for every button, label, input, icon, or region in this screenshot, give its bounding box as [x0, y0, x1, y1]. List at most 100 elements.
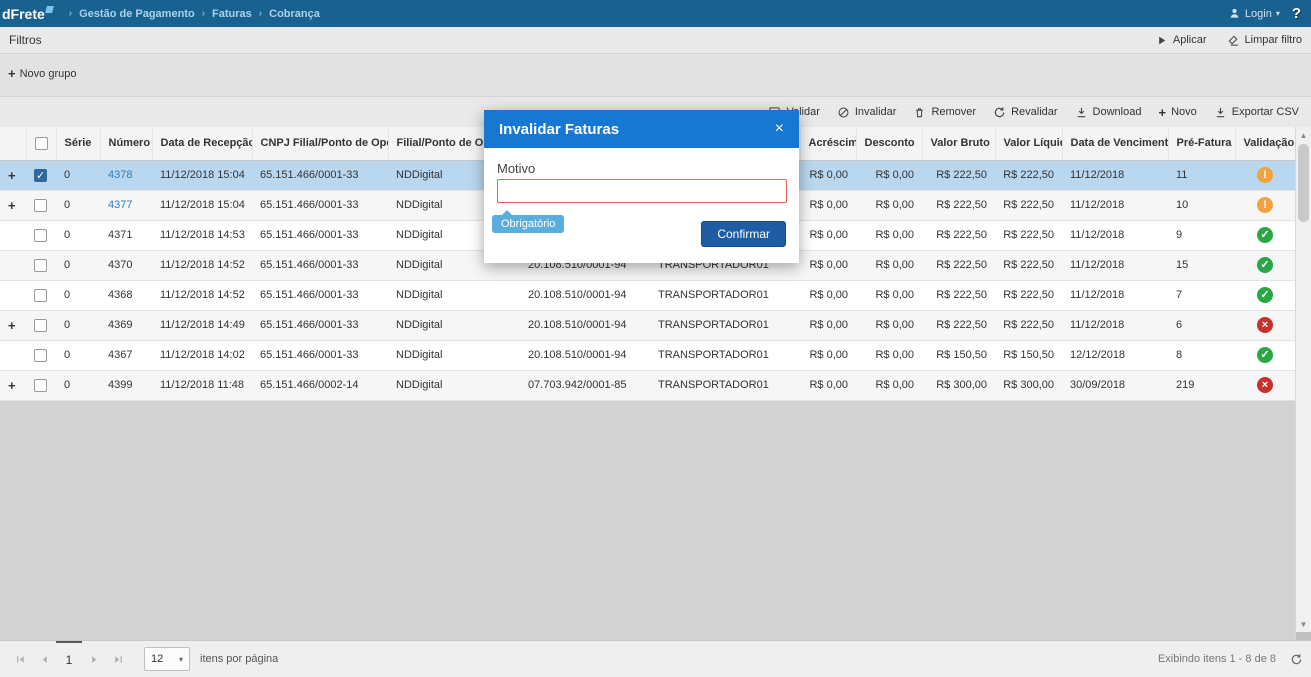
row-checkbox[interactable] — [34, 288, 47, 302]
first-page-button[interactable] — [8, 641, 32, 677]
cell-numero[interactable]: 4378 — [100, 160, 152, 191]
row-checkbox[interactable] — [34, 318, 47, 332]
select-all-checkbox[interactable] — [34, 136, 48, 150]
remove-button[interactable]: Remover — [913, 106, 976, 119]
checkbox-cell[interactable] — [26, 190, 56, 221]
header-data-recepcao[interactable]: Data de Recepção↓ — [152, 127, 253, 161]
cell-cnpj_filial: 65.151.466/0002-14 — [252, 370, 388, 401]
cell-filial: NDDigital — [388, 310, 520, 341]
checkbox-cell[interactable] — [26, 250, 56, 281]
confirm-button[interactable]: Confirmar — [701, 221, 786, 247]
clear-filter-button[interactable]: Limpar filtro — [1227, 34, 1302, 47]
filters-bar: Filtros Aplicar Limpar filtro — [0, 27, 1311, 54]
expand-cell — [0, 220, 26, 251]
page-size-dropdown[interactable]: 12 ▾ — [144, 647, 190, 671]
row-checkbox[interactable] — [34, 258, 47, 272]
header-acrescimo[interactable]: Acréscimo — [800, 127, 857, 161]
last-page-icon — [114, 655, 122, 663]
header-pre-fatura[interactable]: Pré-Fatura — [1168, 127, 1236, 161]
checkbox-cell[interactable] — [26, 220, 56, 251]
checkbox-cell[interactable] — [26, 370, 56, 401]
cell-valor_liquido: R$ 222,50 — [995, 220, 1062, 251]
header-valor-bruto[interactable]: Valor Bruto — [922, 127, 996, 161]
expand-cell[interactable]: + — [0, 310, 26, 341]
reason-label: Motivo — [497, 161, 536, 176]
cell-cnpj_filial: 65.151.466/0001-33 — [252, 340, 388, 371]
revalidate-button[interactable]: Revalidar — [993, 106, 1058, 119]
scroll-up-icon[interactable]: ▲ — [1296, 127, 1311, 143]
expand-row-icon[interactable]: + — [8, 378, 16, 393]
apply-filter-button[interactable]: Aplicar — [1155, 34, 1207, 47]
vertical-scrollbar[interactable]: ▲ ▼ — [1295, 127, 1311, 640]
row-checkbox[interactable] — [34, 168, 47, 182]
cell-vencimento: 11/12/2018 — [1062, 250, 1168, 281]
login-menu[interactable]: Login ▾ — [1228, 7, 1280, 20]
breadcrumb-gestao-de-pagamento[interactable]: Gestão de Pagamento — [79, 8, 195, 20]
header-vencimento[interactable]: Data de Vencimento — [1062, 127, 1169, 161]
cell-valor_liquido: R$ 222,50 — [995, 160, 1062, 191]
group-bar: + Novo grupo — [0, 54, 1311, 97]
row-checkbox[interactable] — [34, 198, 47, 212]
table-row[interactable]: 0 4367 11/12/2018 14:02 65.151.466/0001-33 N… — [0, 340, 1295, 371]
validation-cell: ✓ — [1235, 280, 1295, 311]
close-icon[interactable]: × — [775, 121, 784, 137]
cell-desconto: R$ 0,00 — [856, 370, 922, 401]
download-button[interactable]: Download — [1075, 106, 1141, 119]
cell-desconto: R$ 0,00 — [856, 190, 922, 221]
help-icon[interactable]: ? — [1292, 5, 1301, 22]
cell-numero: 4368 — [100, 280, 152, 311]
cell-numero[interactable]: 4377 — [100, 190, 152, 221]
export-csv-button[interactable]: Exportar CSV — [1214, 106, 1299, 119]
current-page-button[interactable]: 1 — [56, 641, 82, 677]
row-checkbox[interactable] — [34, 228, 47, 242]
header-numero[interactable]: Número — [100, 127, 153, 161]
checkbox-cell[interactable] — [26, 340, 56, 371]
export-icon — [1216, 107, 1224, 117]
prev-page-button[interactable] — [32, 641, 56, 677]
reason-input[interactable] — [497, 179, 787, 203]
app-logo: dFrete — [0, 5, 54, 22]
breadcrumb-cobranca[interactable]: Cobrança — [269, 8, 320, 20]
expand-row-icon[interactable]: + — [8, 168, 16, 183]
expand-cell[interactable]: + — [0, 190, 26, 221]
last-page-button[interactable] — [106, 641, 130, 677]
header-valor-liquido[interactable]: Valor Líquido — [995, 127, 1063, 161]
next-page-button[interactable] — [82, 641, 106, 677]
cell-valor_bruto: R$ 222,50 — [922, 310, 995, 341]
expand-row-icon[interactable]: + — [8, 318, 16, 333]
cell-pre_fatura: 8 — [1168, 340, 1235, 371]
expand-row-icon[interactable]: + — [8, 198, 16, 213]
table-row[interactable]: 0 4368 11/12/2018 14:52 65.151.466/0001-33 N… — [0, 280, 1295, 311]
cell-valor_bruto: R$ 222,50 — [922, 220, 995, 251]
cell-recepcao: 11/12/2018 15:04 — [152, 160, 252, 191]
cell-vencimento: 11/12/2018 — [1062, 220, 1168, 251]
scroll-down-icon[interactable]: ▼ — [1296, 616, 1311, 632]
checkbox-cell[interactable] — [26, 280, 56, 311]
table-row[interactable]: +0 4399 11/12/2018 11:48 65.151.466/0002-14… — [0, 370, 1295, 401]
breadcrumb-faturas[interactable]: Faturas — [212, 8, 252, 20]
header-serie[interactable]: Série — [56, 127, 101, 161]
new-group-button[interactable]: + Novo grupo — [8, 67, 76, 80]
expand-cell[interactable]: + — [0, 160, 26, 191]
play-icon — [1159, 36, 1166, 44]
checkbox-cell[interactable] — [26, 310, 56, 341]
checkbox-cell[interactable] — [26, 160, 56, 191]
header-validacao[interactable]: Validação — [1235, 127, 1295, 161]
download-icon — [1077, 107, 1085, 117]
row-checkbox[interactable] — [34, 348, 47, 362]
breadcrumb-separator-icon: › — [68, 8, 73, 19]
scrollbar-corner — [1296, 632, 1311, 640]
invalidate-button[interactable]: Invalidar — [837, 106, 896, 119]
cell-recepcao: 11/12/2018 14:52 — [152, 250, 252, 281]
validation-success-icon: ✓ — [1257, 287, 1273, 303]
scrollbar-thumb[interactable] — [1298, 144, 1309, 222]
cell-cnpj_filial: 65.151.466/0001-33 — [252, 310, 388, 341]
refresh-icon — [994, 106, 1005, 117]
row-checkbox[interactable] — [34, 378, 47, 392]
header-cnpj-filial[interactable]: CNPJ Filial/Ponto de Operação — [252, 127, 389, 161]
table-row[interactable]: +0 4369 11/12/2018 14:49 65.151.466/0001-33… — [0, 310, 1295, 341]
new-button[interactable]: + Novo — [1158, 106, 1196, 119]
refresh-grid-button[interactable] — [1290, 653, 1303, 666]
expand-cell[interactable]: + — [0, 370, 26, 401]
header-desconto[interactable]: Desconto — [856, 127, 923, 161]
